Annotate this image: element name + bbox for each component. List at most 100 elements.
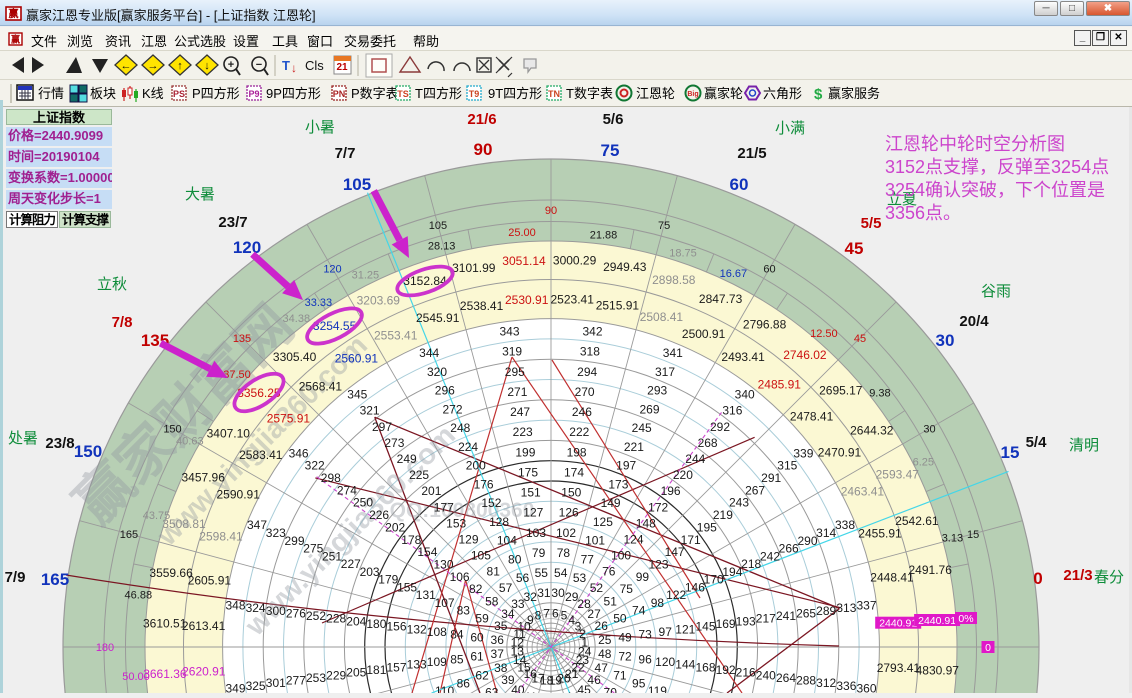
svg-text:2493.41: 2493.41: [721, 350, 765, 364]
svg-text:23/7: 23/7: [218, 214, 247, 231]
svg-text:322: 322: [305, 459, 325, 473]
svg-text:12.50: 12.50: [810, 328, 838, 340]
svg-text:↓: ↓: [291, 61, 297, 75]
svg-text:347: 347: [247, 518, 267, 532]
svg-text:Big: Big: [687, 91, 698, 98]
svg-text:90: 90: [474, 140, 493, 159]
svg-text:193: 193: [736, 614, 756, 628]
svg-text:290: 290: [797, 534, 817, 548]
svg-text:251: 251: [322, 549, 342, 563]
svg-text:248: 248: [450, 421, 470, 435]
svg-text:3457.96: 3457.96: [182, 470, 226, 484]
svg-text:229: 229: [326, 668, 346, 682]
svg-text:292: 292: [710, 420, 730, 434]
svg-text:2500.91: 2500.91: [682, 327, 726, 341]
svg-text:5/4: 5/4: [1026, 434, 1048, 451]
svg-text:2593.47: 2593.47: [876, 467, 920, 481]
svg-text:3.13: 3.13: [942, 533, 963, 545]
svg-text:2440.91: 2440.91: [918, 615, 956, 627]
svg-text:95: 95: [632, 676, 646, 690]
svg-text:103: 103: [526, 526, 546, 540]
svg-text:8: 8: [535, 609, 542, 623]
svg-text:T数字表: T数字表: [566, 86, 613, 101]
svg-text:15: 15: [1001, 443, 1020, 462]
svg-text:板块: 板块: [90, 86, 116, 101]
svg-text:↑: ↑: [177, 60, 183, 72]
svg-text:21: 21: [336, 62, 348, 73]
svg-text:江恩轮中轮时空分析图: 江恩轮中轮时空分析图: [885, 134, 1065, 154]
svg-text:5: 5: [561, 609, 568, 623]
svg-text:2523.41: 2523.41: [551, 293, 595, 307]
svg-text:244: 244: [685, 452, 705, 466]
svg-text:90: 90: [545, 205, 557, 217]
svg-text:−: −: [256, 59, 262, 71]
svg-text:28.13: 28.13: [428, 241, 456, 253]
svg-text:250: 250: [353, 496, 373, 510]
svg-text:337: 337: [856, 599, 876, 613]
svg-text:170: 170: [704, 573, 724, 587]
svg-text:203: 203: [360, 565, 380, 579]
svg-text:344: 344: [419, 346, 439, 360]
svg-text:3305.40: 3305.40: [273, 350, 317, 364]
svg-text:151: 151: [521, 486, 541, 500]
svg-text:172: 172: [648, 500, 668, 514]
svg-text:赢家服务: 赢家服务: [828, 86, 880, 101]
svg-text:2605.91: 2605.91: [188, 574, 232, 588]
svg-text:252: 252: [306, 609, 326, 623]
svg-text:155: 155: [397, 580, 417, 594]
svg-text:264: 264: [776, 671, 796, 685]
svg-text:145: 145: [695, 620, 715, 634]
svg-text:194: 194: [722, 565, 742, 579]
svg-text:133: 133: [407, 658, 427, 672]
svg-text:49: 49: [618, 630, 632, 644]
svg-text:2440.91: 2440.91: [879, 618, 917, 630]
svg-text:2583.41: 2583.41: [239, 448, 283, 462]
svg-text:240: 240: [756, 668, 776, 682]
svg-text:127: 127: [523, 506, 543, 520]
svg-text:3610.51: 3610.51: [143, 616, 187, 630]
svg-text:9P四方形: 9P四方形: [266, 86, 321, 101]
svg-text:175: 175: [518, 465, 538, 479]
svg-text:179: 179: [378, 573, 398, 587]
svg-text:104: 104: [497, 534, 517, 548]
svg-text:35: 35: [494, 619, 508, 633]
svg-text:53: 53: [573, 571, 587, 585]
svg-text:6: 6: [552, 606, 559, 620]
svg-text:30: 30: [923, 424, 935, 436]
svg-text:51: 51: [604, 595, 618, 609]
svg-text:47: 47: [595, 661, 609, 675]
svg-text:58: 58: [485, 595, 499, 609]
svg-text:18.75: 18.75: [669, 248, 697, 260]
svg-text:30: 30: [936, 331, 955, 350]
svg-text:74: 74: [632, 604, 646, 618]
svg-text:228: 228: [326, 612, 346, 626]
svg-text:3254确认突破，下个位置是: 3254确认突破，下个位置是: [885, 180, 1105, 200]
svg-text:105: 105: [471, 549, 491, 563]
svg-text:5/5: 5/5: [861, 215, 882, 232]
svg-text:192: 192: [716, 663, 736, 677]
svg-text:33.33: 33.33: [305, 297, 333, 309]
svg-text:300: 300: [266, 604, 286, 618]
svg-text:40.63: 40.63: [176, 436, 204, 448]
svg-text:273: 273: [384, 436, 404, 450]
svg-text:222: 222: [569, 425, 589, 439]
svg-text:45: 45: [845, 239, 864, 258]
svg-text:76: 76: [602, 565, 616, 579]
svg-text:121: 121: [675, 622, 695, 636]
svg-text:297: 297: [372, 420, 392, 434]
svg-text:48: 48: [598, 647, 612, 661]
svg-text:204: 204: [346, 614, 366, 628]
svg-text:349: 349: [225, 682, 245, 694]
svg-text:46.88: 46.88: [125, 590, 153, 602]
svg-text:129: 129: [458, 533, 478, 547]
svg-text:2515.91: 2515.91: [596, 298, 640, 312]
svg-text:84: 84: [450, 628, 464, 642]
svg-text:↓: ↓: [204, 60, 210, 72]
svg-text:2613.41: 2613.41: [182, 619, 226, 633]
svg-text:96: 96: [638, 652, 652, 666]
svg-text:253: 253: [306, 671, 326, 685]
svg-text:301: 301: [266, 676, 286, 690]
svg-text:360: 360: [856, 682, 876, 694]
svg-text:150: 150: [561, 486, 581, 500]
svg-text:156: 156: [386, 620, 406, 634]
